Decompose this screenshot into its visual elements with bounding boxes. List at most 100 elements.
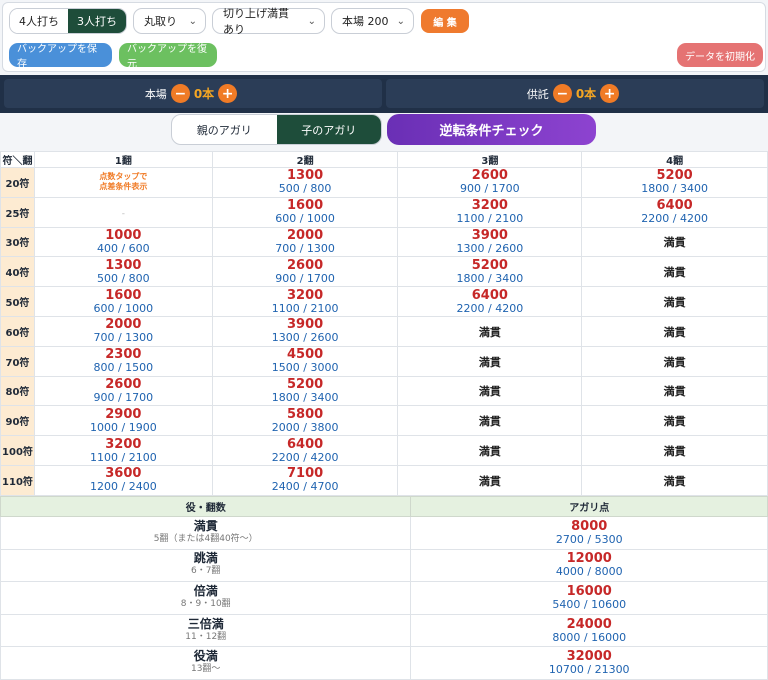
fu-label: 40符 [0,256,35,288]
score-value: 1600 [287,198,324,214]
four-player-option[interactable]: 4人打ち [10,9,68,33]
score-cell[interactable]: 2000 700 / 1300 [33,315,213,347]
score-cell[interactable]: 満貫 [397,435,583,466]
score-cell[interactable]: 2600 900 / 1700 [33,375,213,407]
score-cell[interactable]: 5200 1800 / 3400 [211,375,399,407]
score-cell[interactable]: 3900 1300 / 2600 [211,315,399,347]
score-cell[interactable]: 満貫 [581,375,768,407]
score-cell[interactable]: 満貫 [397,345,583,377]
score-cell[interactable]: 満貫 [397,375,583,407]
score-value: 3600 [105,466,142,482]
split-value: 1100 / 2100 [456,212,524,226]
score-cell[interactable]: 8000 2700 / 5300 [410,516,768,550]
score-cell[interactable]: 5800 2000 / 3800 [211,405,399,437]
split-value: 1800 / 3400 [641,182,708,196]
score-cell[interactable]: 6400 2200 / 4200 [397,286,583,317]
score-cell[interactable]: 満貫 [581,405,768,437]
score-value: 6400 [471,287,508,303]
edit-button[interactable]: 編 集 [421,9,469,33]
score-value: 5800 [287,406,324,422]
score-cell[interactable]: 満貫 [397,315,583,347]
table-row: 60符 2000 700 / 1300 3900 1300 / 2600 満貫 満貫 [0,315,768,347]
score-cell[interactable]: 16000 5400 / 10600 [410,581,768,615]
score-cell[interactable]: 6400 2200 / 4200 [581,196,768,228]
tab-oya[interactable]: 親のアガリ [172,115,277,144]
yaku-desc: 5翻（または4翻40符〜） [153,533,258,544]
reset-data-button[interactable]: データを初期化 [677,43,763,67]
score-value: 8000 [571,518,608,534]
mangan-label: 満貫 [663,355,686,369]
fu-label: 80符 [0,375,35,407]
score-cell[interactable]: 2000 700 / 1300 [211,226,399,258]
score-cell[interactable]: 1600 600 / 1000 [211,196,399,228]
score-cell: 点数タップで 点差条件表示 [33,167,213,198]
rounding-select[interactable]: 丸取り ⌄ [133,8,206,34]
split-value: 10700 / 21300 [548,663,630,677]
score-cell[interactable]: 3200 1100 / 2100 [211,286,399,317]
score-cell[interactable]: 4500 1500 / 3000 [211,345,399,377]
score-cell[interactable]: 6400 2200 / 4200 [211,435,399,466]
backup-restore-button[interactable]: バックアップを復元 [119,43,217,70]
score-cell[interactable]: 12000 4000 / 8000 [410,548,768,583]
honba-points-select[interactable]: 本場 200 ⌄ [331,8,414,34]
chevron-down-icon: ⌄ [396,15,405,27]
score-cell[interactable]: 5200 1800 / 3400 [397,256,583,288]
honba-minus-button[interactable]: − [170,84,190,103]
score-cell[interactable]: 1600 600 / 1000 [33,286,213,317]
backup-save-button[interactable]: バックアップを保存 [9,43,112,70]
score-cell[interactable]: 1000 400 / 600 [33,226,213,258]
score-cell[interactable]: 満貫 [581,345,768,377]
score-cell[interactable]: 満貫 [581,286,768,317]
score-cell[interactable]: 満貫 [397,405,583,437]
score-cell[interactable]: 24000 8000 / 16000 [410,613,768,648]
score-cell[interactable]: 3200 1100 / 2100 [33,435,213,466]
score-value: 3200 [105,436,142,452]
score-value: 3200 [471,198,508,214]
honba-plus-button[interactable]: + [218,84,238,103]
score-cell[interactable]: 2600 900 / 1700 [211,256,399,288]
mangan-label: 満貫 [663,474,686,488]
three-player-option[interactable]: 3人打ち [68,9,126,33]
settings-panel: 4人打ち 3人打ち 丸取り ⌄ 切り上げ満貫あり ⌄ 本場 200 ⌄ 編 集 バック… [2,2,766,72]
score-cell[interactable]: 1300 500 / 800 [33,256,213,288]
score-cell[interactable]: 1300 500 / 800 [211,167,399,198]
score-cell[interactable]: 2900 1000 / 1900 [33,405,213,437]
score-cell: - [33,196,213,228]
fu-label: 60符 [0,315,35,347]
score-cell[interactable]: 3900 1300 / 2600 [397,226,583,258]
score-value: 3900 [287,317,324,333]
kiriage-select[interactable]: 切り上げ満貫あり ⌄ [212,7,325,36]
score-cell[interactable]: 満貫 [581,464,768,496]
score-cell[interactable]: 2600 900 / 1700 [397,167,583,198]
score-value: 3900 [471,227,508,243]
score-cell[interactable]: 満貫 [581,256,768,288]
score-cell[interactable]: 3200 1100 / 2100 [397,196,583,228]
yaku-desc: 13翻〜 [190,664,221,675]
tab-ko[interactable]: 子のアガリ [276,115,381,144]
mangan-label: 満貫 [663,296,686,310]
reverse-check-button[interactable]: 逆転条件チェック [387,114,596,145]
score-cell[interactable]: 満貫 [581,226,768,258]
score-cell[interactable]: 3600 1200 / 2400 [33,464,213,496]
score-value: 2000 [287,227,324,243]
score-cell[interactable]: 満貫 [581,435,768,466]
yaku-cell: 跳満 6・7翻 [0,548,412,583]
kyotaku-plus-button[interactable]: + [600,84,620,103]
score-cell[interactable]: 32000 10700 / 21300 [410,646,768,680]
mangan-label: 満貫 [478,445,501,459]
corner-header: 符＼翻 [0,151,35,168]
fu-label: 90符 [0,405,35,437]
score-value: 5200 [656,168,693,184]
fu-label: 30符 [0,226,35,258]
score-cell[interactable]: 7100 2400 / 4700 [211,464,399,496]
han-header: 1翻 [33,151,213,168]
table-row: 40符 1300 500 / 800 2600 900 / 1700 5200 1800 /… [0,256,768,288]
score-cell[interactable]: 満貫 [581,315,768,347]
score-cell[interactable]: 2300 800 / 1500 [33,345,213,377]
table-row: 倍満 8・9・10翻 16000 5400 / 10600 [0,581,768,615]
score-cell[interactable]: 満貫 [397,464,583,496]
score-value: 2300 [105,347,142,363]
score-value: 7100 [287,466,324,482]
score-cell[interactable]: 5200 1800 / 3400 [581,167,768,198]
kyotaku-minus-button[interactable]: − [552,84,572,103]
